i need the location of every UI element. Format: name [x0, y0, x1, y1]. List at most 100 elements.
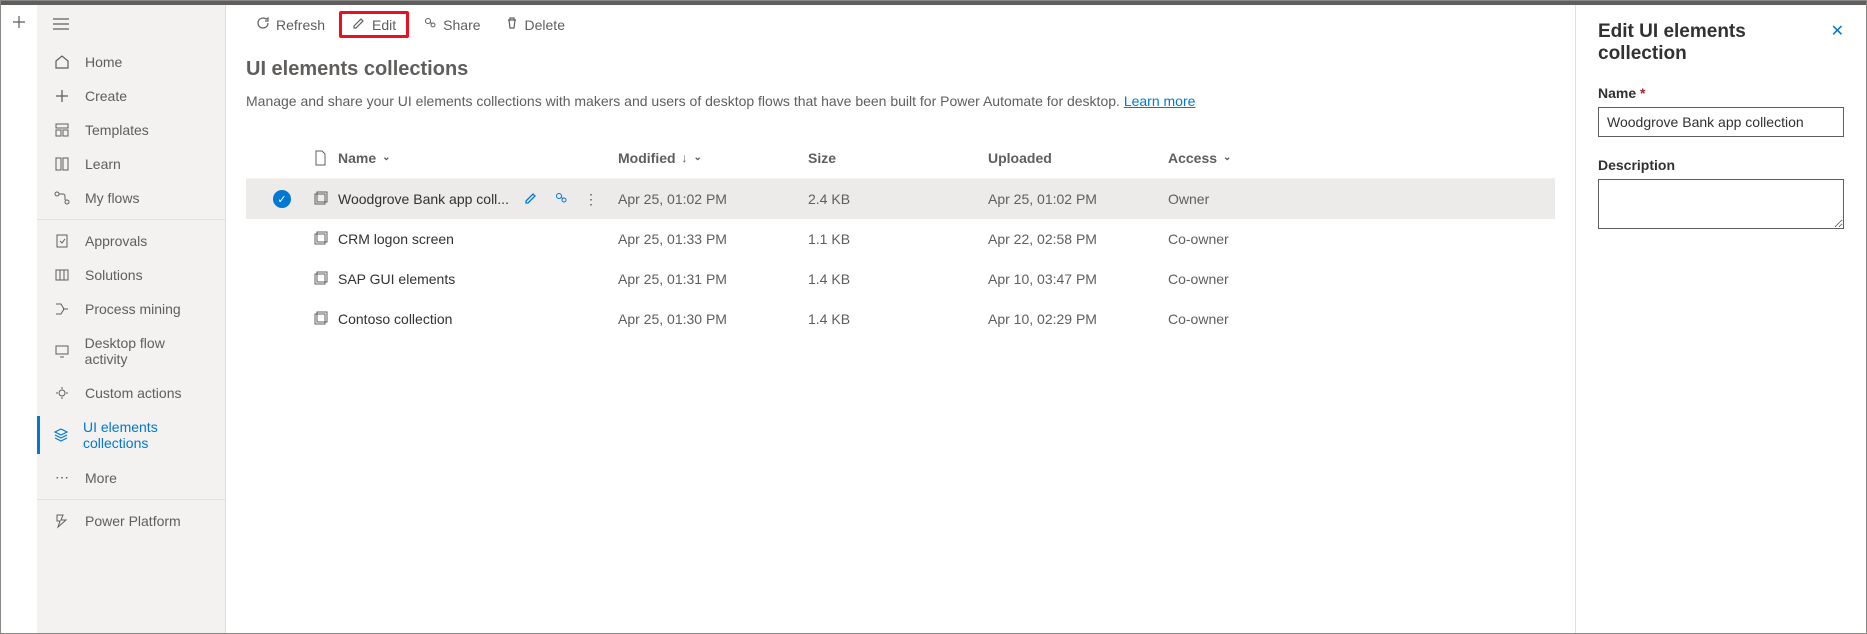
sidebar-item-power-platform[interactable]: Power Platform: [37, 504, 225, 538]
page-title: UI elements collections: [246, 58, 1555, 81]
row-uploaded: Apr 10, 03:47 PM: [988, 271, 1168, 287]
row-select[interactable]: ✓: [262, 190, 302, 208]
sidebar-item-label: Custom actions: [85, 385, 181, 401]
col-modified-label: Modified: [618, 150, 676, 166]
main-content: Refresh Edit Share Delete UI elements co…: [225, 1, 1576, 633]
chevron-down-icon: ⌄: [694, 152, 702, 163]
collection-icon: [302, 191, 338, 207]
row-more-icon[interactable]: ⋮: [584, 191, 598, 208]
sidebar-item-desktop-activity[interactable]: Desktop flow activity: [37, 326, 225, 376]
sidebar-item-more[interactable]: ⋯ More: [37, 460, 225, 495]
sidebar-item-solutions[interactable]: Solutions: [37, 258, 225, 292]
sidebar-item-custom-actions[interactable]: Custom actions: [37, 376, 225, 410]
row-name[interactable]: Woodgrove Bank app coll... ⋮: [338, 191, 618, 208]
col-uploaded-header[interactable]: Uploaded: [988, 150, 1168, 166]
row-share-icon[interactable]: [554, 191, 568, 208]
sidebar-section-main: Home Create Templates Learn My flows: [37, 41, 225, 220]
row-name-text: Contoso collection: [338, 311, 618, 327]
sidebar-item-home[interactable]: Home: [37, 45, 225, 79]
hamburger-menu[interactable]: [37, 9, 225, 41]
sidebar-item-label: Solutions: [85, 267, 143, 283]
edit-panel: Edit UI elements collection ✕ Name * Des…: [1576, 1, 1866, 633]
description-input[interactable]: [1598, 179, 1844, 229]
close-icon[interactable]: ✕: [1831, 21, 1844, 41]
sidebar-item-approvals[interactable]: Approvals: [37, 224, 225, 258]
collection-icon: [302, 311, 338, 327]
sidebar-item-label: Create: [85, 88, 127, 104]
sidebar-section-secondary: Approvals Solutions Process mining Deskt…: [37, 220, 225, 500]
desktop-activity-icon: [53, 343, 71, 359]
col-uploaded-label: Uploaded: [988, 150, 1052, 166]
add-tab-icon[interactable]: [12, 15, 26, 32]
row-modified: Apr 25, 01:33 PM: [618, 231, 808, 247]
row-name[interactable]: CRM logon screen: [338, 231, 618, 247]
left-gutter: [1, 1, 37, 633]
name-label-text: Name: [1598, 85, 1636, 101]
row-size: 2.4 KB: [808, 191, 988, 207]
sidebar-item-create[interactable]: Create: [37, 79, 225, 113]
delete-icon: [505, 16, 519, 33]
col-access-header[interactable]: Access ⌄: [1168, 150, 1288, 166]
name-field-label: Name *: [1598, 85, 1844, 101]
share-icon: [423, 16, 437, 33]
row-name[interactable]: Contoso collection: [338, 311, 618, 327]
sidebar-item-label: Desktop flow activity: [85, 335, 209, 367]
delete-button[interactable]: Delete: [495, 12, 575, 37]
col-size-header[interactable]: Size: [808, 150, 988, 166]
edit-button[interactable]: Edit: [339, 11, 409, 38]
collection-icon: [302, 271, 338, 287]
panel-header: Edit UI elements collection ✕: [1598, 21, 1844, 65]
chevron-down-icon: ⌄: [382, 152, 390, 163]
row-name-text: CRM logon screen: [338, 231, 618, 247]
refresh-button[interactable]: Refresh: [246, 12, 335, 37]
row-access: Co-owner: [1168, 311, 1288, 327]
sidebar-section-footer: Power Platform: [37, 500, 225, 542]
home-icon: [53, 54, 71, 70]
required-indicator: *: [1640, 85, 1645, 101]
row-edit-icon[interactable]: [524, 191, 538, 208]
row-modified: Apr 25, 01:30 PM: [618, 311, 808, 327]
row-uploaded: Apr 10, 02:29 PM: [988, 311, 1168, 327]
sort-down-icon: ↓: [682, 151, 688, 165]
page-description-text: Manage and share your UI elements collec…: [246, 93, 1124, 109]
row-name[interactable]: SAP GUI elements: [338, 271, 618, 287]
more-icon: ⋯: [53, 469, 71, 486]
table-row[interactable]: ✓ Woodgrove Bank app coll... ⋮ Apr 25, 0…: [246, 179, 1555, 219]
col-name-header[interactable]: Name ⌄: [338, 150, 618, 166]
edit-label: Edit: [372, 17, 396, 33]
sidebar-item-ui-elements[interactable]: UI elements collections: [37, 410, 225, 460]
ui-elements-icon: [53, 427, 69, 443]
sidebar-item-templates[interactable]: Templates: [37, 113, 225, 147]
sidebar-item-learn[interactable]: Learn: [37, 147, 225, 181]
name-input[interactable]: [1598, 107, 1844, 137]
table-row[interactable]: SAP GUI elements Apr 25, 01:31 PM 1.4 KB…: [246, 259, 1555, 299]
row-access: Co-owner: [1168, 271, 1288, 287]
flows-icon: [53, 190, 71, 206]
row-uploaded: Apr 22, 02:58 PM: [988, 231, 1168, 247]
share-label: Share: [443, 17, 480, 33]
content-area: UI elements collections Manage and share…: [226, 50, 1575, 339]
sidebar-item-label: UI elements collections: [83, 419, 209, 451]
col-modified-header[interactable]: Modified ↓ ⌄: [618, 150, 808, 166]
sidebar-item-myflows[interactable]: My flows: [37, 181, 225, 215]
refresh-icon: [256, 16, 270, 33]
top-border: [1, 1, 1866, 5]
share-button[interactable]: Share: [413, 12, 490, 37]
row-modified: Apr 25, 01:02 PM: [618, 191, 808, 207]
sidebar-item-label: My flows: [85, 190, 139, 206]
delete-label: Delete: [525, 17, 565, 33]
sidebar-item-label: Approvals: [85, 233, 147, 249]
panel-title: Edit UI elements collection: [1598, 21, 1831, 65]
templates-icon: [53, 122, 71, 138]
col-type-icon: [302, 150, 338, 166]
sidebar-item-label: Process mining: [85, 301, 181, 317]
table-row[interactable]: Contoso collection Apr 25, 01:30 PM 1.4 …: [246, 299, 1555, 339]
row-uploaded: Apr 25, 01:02 PM: [988, 191, 1168, 207]
sidebar-item-label: More: [85, 470, 117, 486]
edit-icon: [352, 16, 366, 33]
row-actions: ⋮: [524, 191, 598, 208]
table-row[interactable]: CRM logon screen Apr 25, 01:33 PM 1.1 KB…: [246, 219, 1555, 259]
toolbar: Refresh Edit Share Delete: [226, 1, 1575, 50]
sidebar-item-process-mining[interactable]: Process mining: [37, 292, 225, 326]
learn-more-link[interactable]: Learn more: [1124, 93, 1196, 109]
